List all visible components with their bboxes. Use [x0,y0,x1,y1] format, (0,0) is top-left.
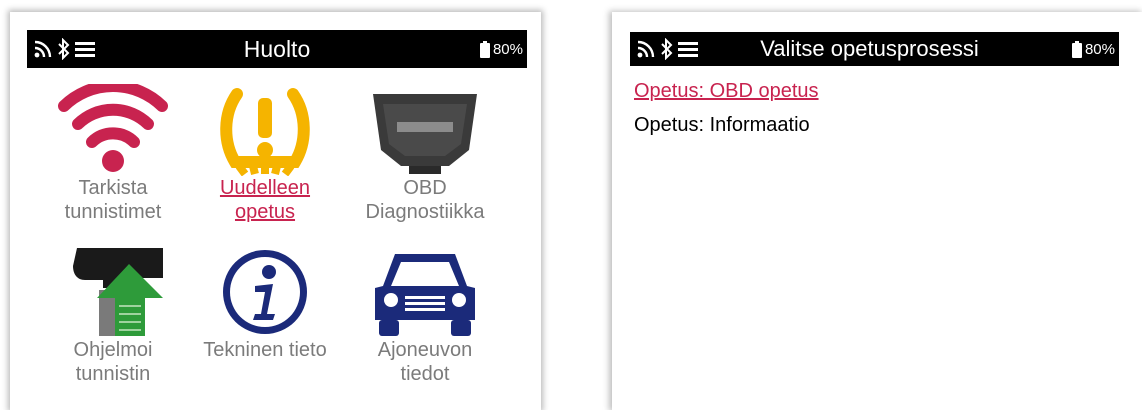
tile-vehicle-info[interactable]: Ajoneuvon tiedot [350,246,500,386]
tile-label: Tarkista tunnistimet [64,177,162,223]
page-title: Valitse opetusprosessi [760,36,979,61]
status-bar: Huolto 80% [27,30,527,68]
tile-check-sensors[interactable]: Tarkista tunnistimet [38,84,188,224]
wifi-icon [58,84,168,172]
car-icon [375,254,475,336]
page-title: Huolto [243,35,311,62]
tile-label: Ajoneuvon tiedot [377,339,473,385]
info-icon [223,250,307,334]
tile-program-sensor[interactable]: Ohjelmoi tunnistin [38,246,188,386]
tile-label: Uudelleen opetus [219,177,311,223]
service-menu-screen: Huolto 80% Tarkista tunnistimet Uudellee… [10,12,541,410]
battery-icon [1071,40,1082,58]
menu-item-obd-relearn[interactable]: Opetus: OBD opetus [634,80,819,103]
battery-level: 80% [1084,40,1115,58]
menu-item-relearn-info[interactable]: Opetus: Informaatio [634,114,810,137]
relearn-process-screen: Valitse opetusprosessi 80% Opetus: OBD o… [612,12,1142,410]
tile-relearn[interactable]: Uudelleen opetus [190,84,340,224]
tile-label: OBD Diagnostiikka [365,177,485,223]
obd-connector-icon [373,94,477,174]
status-bar: Valitse opetusprosessi 80% [630,32,1119,66]
tile-obd-diagnostics[interactable]: OBD Diagnostiikka [350,84,500,224]
battery-level: 80% [492,40,523,58]
tile-label: Ohjelmoi tunnistin [73,339,153,385]
program-sensor-icon [73,248,163,336]
tpms-warning-icon [220,88,310,176]
tile-label: Tekninen tieto [203,339,327,361]
battery-icon [479,40,490,58]
tile-technical-info[interactable]: Tekninen tieto [190,246,340,362]
